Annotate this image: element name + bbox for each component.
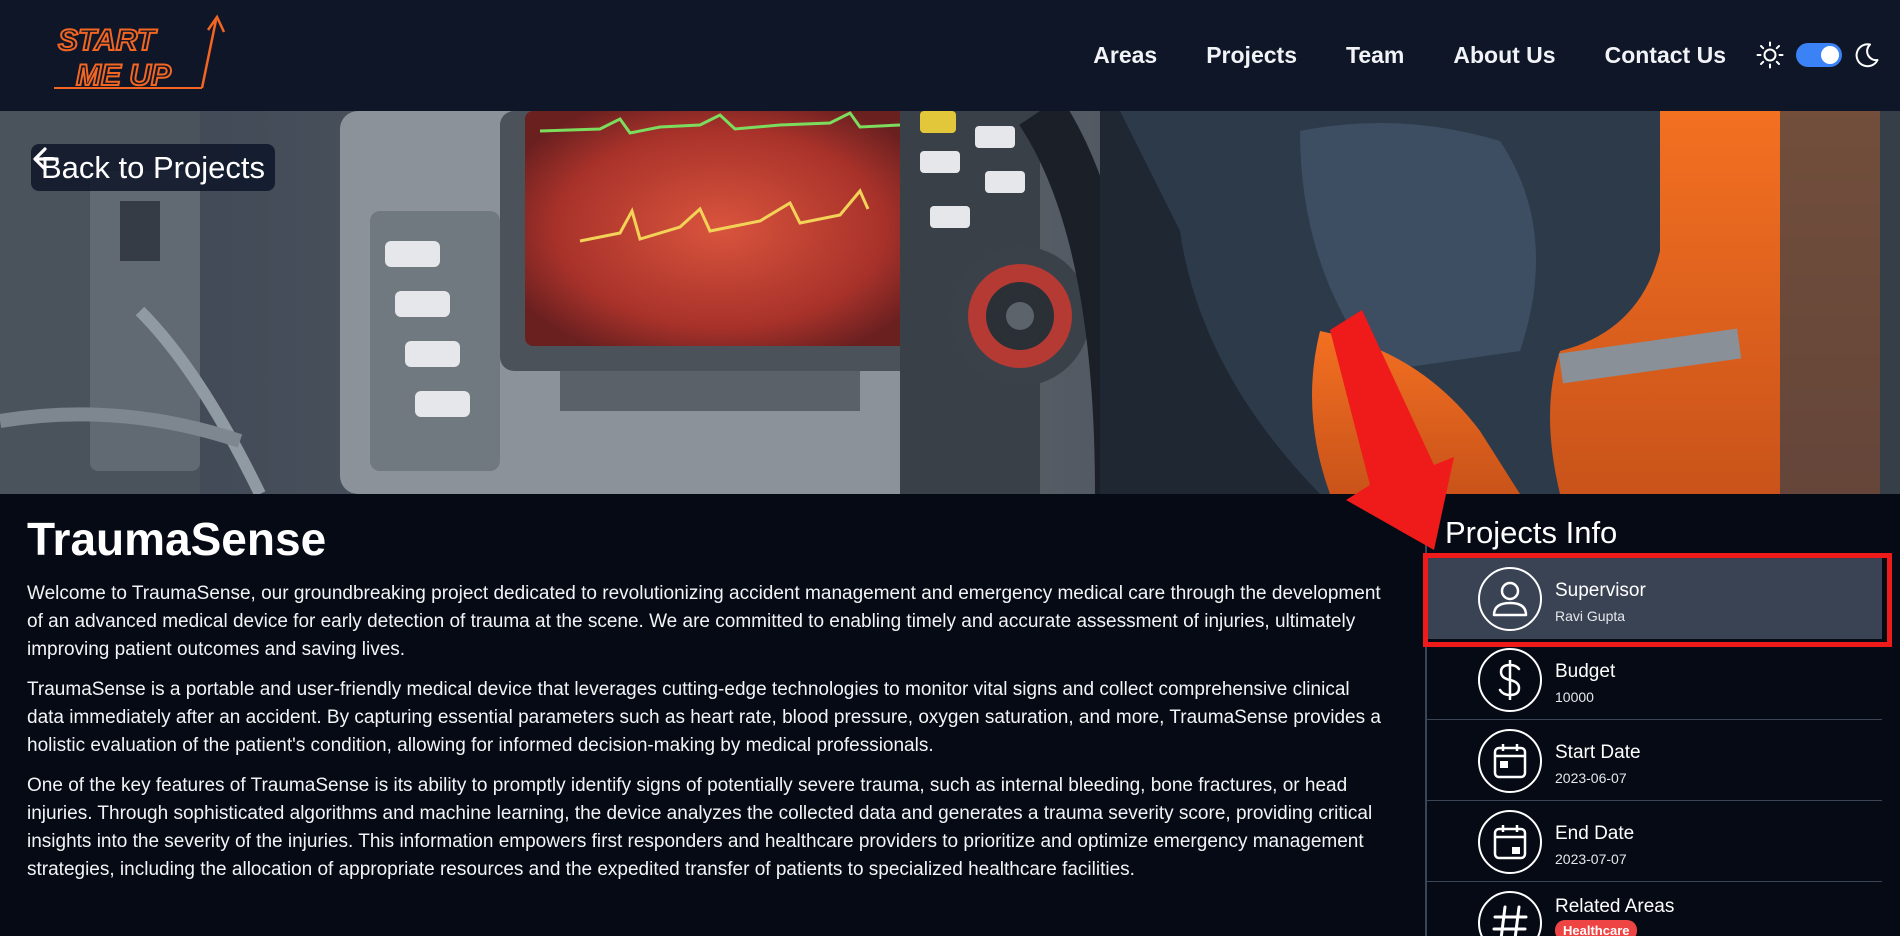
nav-link-areas[interactable]: Areas: [1093, 42, 1157, 69]
info-item-supervisor[interactable]: Supervisor Ravi Gupta: [1427, 558, 1882, 639]
back-to-projects-button[interactable]: Back to Projects: [31, 144, 275, 191]
start-me-up-logo-icon: START ME UP: [54, 14, 226, 93]
nav-link-team[interactable]: Team: [1346, 42, 1404, 69]
project-paragraph-2: TraumaSense is a portable and user-frien…: [27, 679, 1381, 756]
sun-icon: [1756, 41, 1784, 69]
calendar-icon: [1478, 729, 1542, 793]
navbar: START ME UP Areas Projects Team About Us…: [0, 0, 1900, 111]
info-label-related-areas: Related Areas: [1555, 896, 1675, 917]
arrow-left-icon: [33, 147, 59, 171]
projects-info-title: Projects Info: [1445, 515, 1618, 550]
calendar-icon: [1478, 810, 1542, 874]
info-item-end-date[interactable]: End Date 2023-07-07: [1427, 801, 1882, 882]
theme-switcher: [1756, 38, 1880, 72]
toggle-knob: [1821, 46, 1839, 64]
info-label-budget: Budget: [1555, 661, 1616, 682]
back-button-label: Back to Projects: [41, 149, 265, 185]
projects-info-sidebar: Projects Info Supervisor Ravi Gupta Budg…: [1425, 494, 1900, 936]
info-item-related-areas[interactable]: Related Areas Healthcare: [1427, 882, 1882, 936]
brand-logo[interactable]: START ME UP: [52, 14, 232, 94]
info-item-start-date[interactable]: Start Date 2023-06-07: [1427, 720, 1882, 801]
info-value-supervisor: Ravi Gupta: [1555, 608, 1626, 624]
dark-mode-toggle[interactable]: [1796, 43, 1842, 67]
info-label-start-date: Start Date: [1555, 742, 1641, 763]
info-value-start-date: 2023-06-07: [1555, 770, 1627, 786]
nav-link-projects[interactable]: Projects: [1206, 42, 1297, 69]
nav-link-about-us[interactable]: About Us: [1453, 42, 1555, 69]
project-paragraph-1: Welcome to TraumaSense, our groundbreaki…: [27, 583, 1381, 660]
info-label-end-date: End Date: [1555, 823, 1635, 844]
project-content: TraumaSense Welcome to TraumaSense, our …: [27, 512, 1387, 896]
info-value-budget: 10000: [1555, 689, 1594, 705]
hero-banner: Back to Projects: [0, 111, 1900, 494]
medical-device-image: [0, 111, 1900, 494]
hash-icon: [1478, 891, 1542, 936]
moon-icon: [1855, 43, 1879, 68]
info-value-end-date: 2023-07-07: [1555, 851, 1627, 867]
svg-text:START: START: [58, 24, 158, 57]
related-area-badge[interactable]: Healthcare: [1555, 920, 1638, 936]
info-label-supervisor: Supervisor: [1555, 580, 1646, 601]
project-paragraph-3: One of the key features of TraumaSense i…: [27, 775, 1373, 880]
project-title: TraumaSense: [27, 513, 327, 565]
info-item-budget[interactable]: Budget 10000: [1427, 639, 1882, 720]
dollar-icon: [1478, 648, 1542, 712]
nav-link-contact-us[interactable]: Contact Us: [1605, 42, 1726, 69]
user-icon: [1478, 567, 1542, 631]
nav-links: Areas Projects Team About Us Contact Us: [1093, 0, 1726, 111]
